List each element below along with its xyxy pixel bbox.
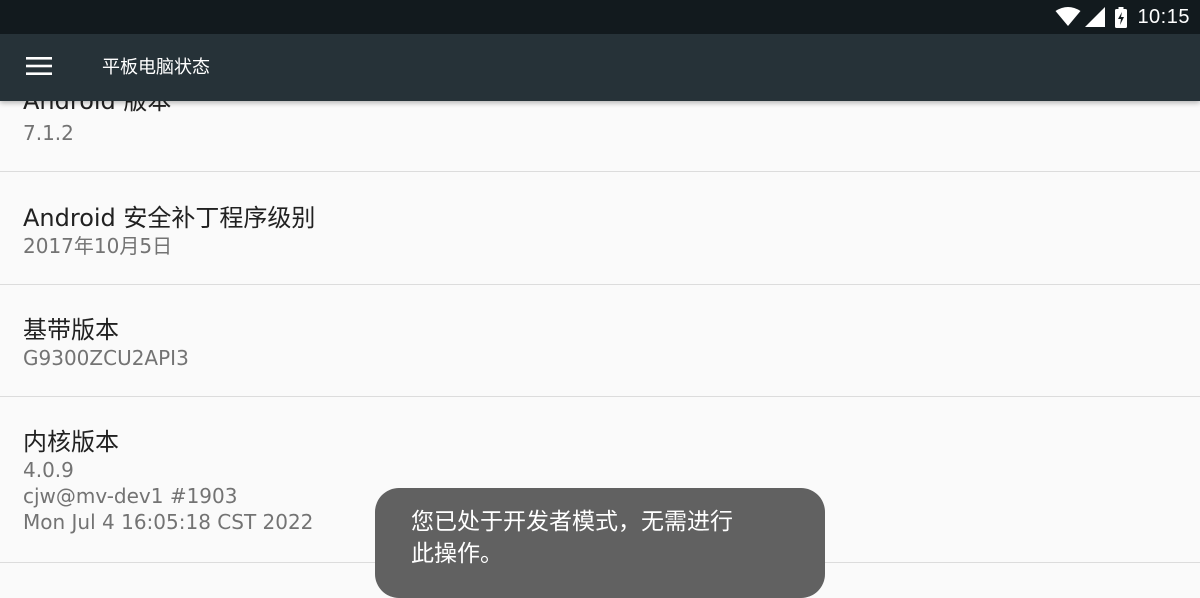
wifi-icon bbox=[1055, 7, 1081, 27]
info-row-security-patch[interactable]: Android 安全补丁程序级别 2017年10月5日 bbox=[0, 172, 1200, 285]
cell-signal-icon bbox=[1085, 7, 1106, 27]
row-value: G9300ZCU2API3 bbox=[23, 346, 189, 370]
row-value: 2017年10月5日 bbox=[23, 234, 173, 258]
row-title: Android 安全补丁程序级别 bbox=[23, 204, 316, 232]
status-clock: 10:15 bbox=[1137, 5, 1190, 28]
kernel-version-line: 4.0.9 bbox=[23, 458, 74, 482]
toast-message: 您已处于开发者模式，无需进行 此操作。 bbox=[375, 488, 825, 598]
info-row-baseband-version[interactable]: 基带版本 G9300ZCU2API3 bbox=[0, 285, 1200, 397]
kernel-build-line: cjw@mv-dev1 #1903 bbox=[23, 484, 238, 508]
row-title: 基带版本 bbox=[23, 316, 119, 344]
kernel-date-line: Mon Jul 4 16:05:18 CST 2022 bbox=[23, 510, 314, 534]
status-bar: 10:15 bbox=[0, 0, 1200, 34]
page-title: 平板电脑状态 bbox=[102, 57, 210, 78]
app-bar: 平板电脑状态 bbox=[0, 34, 1200, 101]
row-title: 内核版本 bbox=[23, 428, 119, 456]
row-value: 7.1.2 bbox=[23, 121, 74, 145]
toast-text-line-2: 此操作。 bbox=[411, 541, 503, 567]
battery-charging-icon bbox=[1115, 6, 1128, 28]
hamburger-menu-icon bbox=[26, 57, 52, 79]
row-value: 4.0.9 cjw@mv-dev1 #1903 Mon Jul 4 16:05:… bbox=[23, 457, 313, 535]
toast-text-line-1: 您已处于开发者模式，无需进行 bbox=[411, 509, 733, 535]
navigation-menu-button[interactable] bbox=[14, 44, 64, 92]
